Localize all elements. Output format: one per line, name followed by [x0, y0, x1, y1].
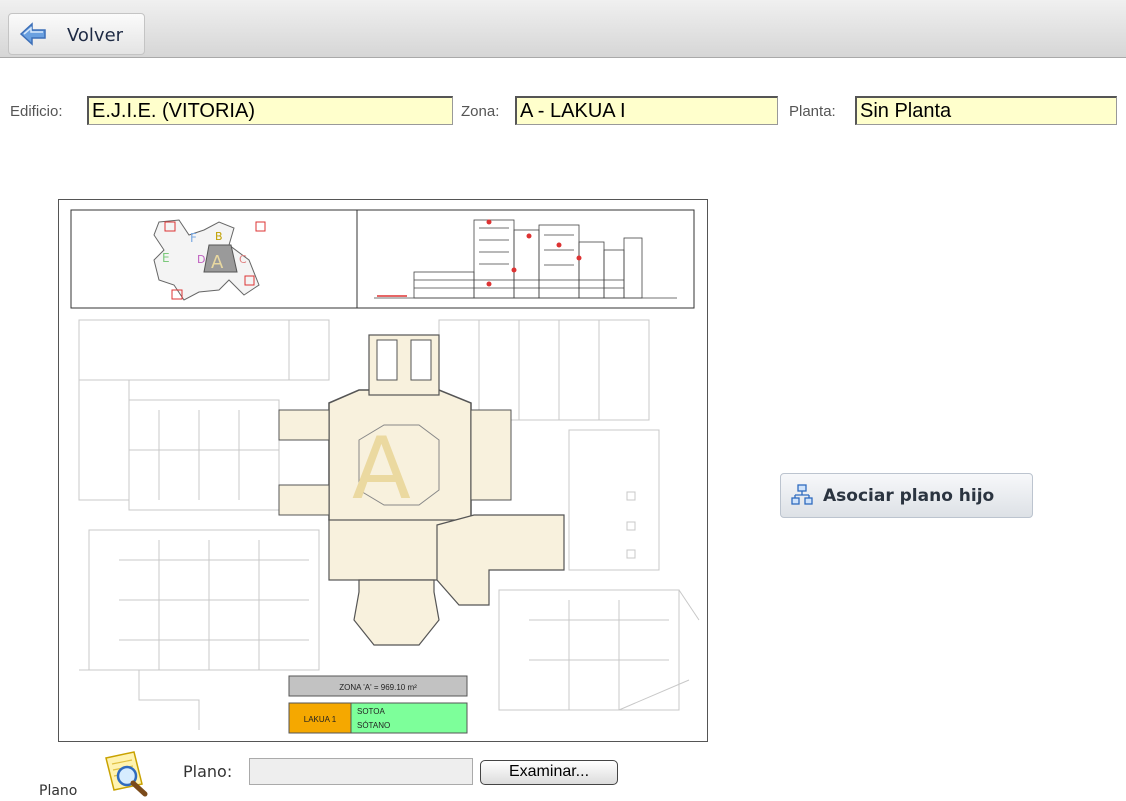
- floor-label: Planta:: [789, 103, 836, 120]
- plano-field-label: Plano:: [183, 762, 233, 781]
- plan-legend: LAKUA 1 SOTOA SÓTANO: [288, 702, 468, 734]
- zone-area-banner: ZONA 'A' = 969.10 m²: [288, 675, 468, 697]
- associate-child-plan-label: Asociar plano hijo: [823, 486, 995, 506]
- legend-left-text: LAKUA 1: [304, 715, 337, 724]
- zone-a-footprint: A: [278, 334, 565, 646]
- minimap-label-e: E: [162, 251, 170, 265]
- legend-right-line2: SÓTANO: [357, 721, 390, 730]
- zone-area-text: ZONA 'A' = 969.10 m²: [339, 683, 417, 692]
- plano-file-input[interactable]: [249, 758, 473, 785]
- legend-right-line1: SOTOA: [357, 707, 386, 716]
- minimap-label-b: B: [215, 230, 223, 243]
- minimap-label-a: A: [211, 252, 224, 273]
- hierarchy-icon: [791, 484, 813, 505]
- minimap-label-f: F: [190, 231, 197, 245]
- floor-field[interactable]: [855, 96, 1117, 125]
- plano-caption: Plano: [39, 783, 78, 799]
- minimap-label-c: C: [239, 253, 247, 266]
- building-label: Edificio:: [10, 103, 63, 120]
- browse-button[interactable]: Examinar...: [480, 760, 618, 785]
- associate-child-plan-button[interactable]: Asociar plano hijo: [780, 473, 1033, 518]
- minimap-label-d: D: [197, 253, 205, 266]
- back-button[interactable]: Volver: [8, 13, 145, 55]
- building-field[interactable]: [87, 96, 453, 125]
- zone-letter: A: [352, 419, 411, 519]
- back-arrow-icon: [19, 22, 46, 46]
- zone-field[interactable]: [515, 96, 778, 125]
- floor-plan-drawing: E F B A D C A ZONA 'A' = 969.10 m² LAKUA…: [70, 209, 700, 734]
- magnifier-document-icon[interactable]: [100, 748, 150, 798]
- zone-label: Zona:: [461, 103, 500, 120]
- floor-plan-image: E F B A D C A ZONA 'A' = 969.10 m² LAKUA…: [58, 199, 708, 742]
- toolbar: Volver: [0, 0, 1126, 58]
- back-button-label: Volver: [67, 25, 124, 46]
